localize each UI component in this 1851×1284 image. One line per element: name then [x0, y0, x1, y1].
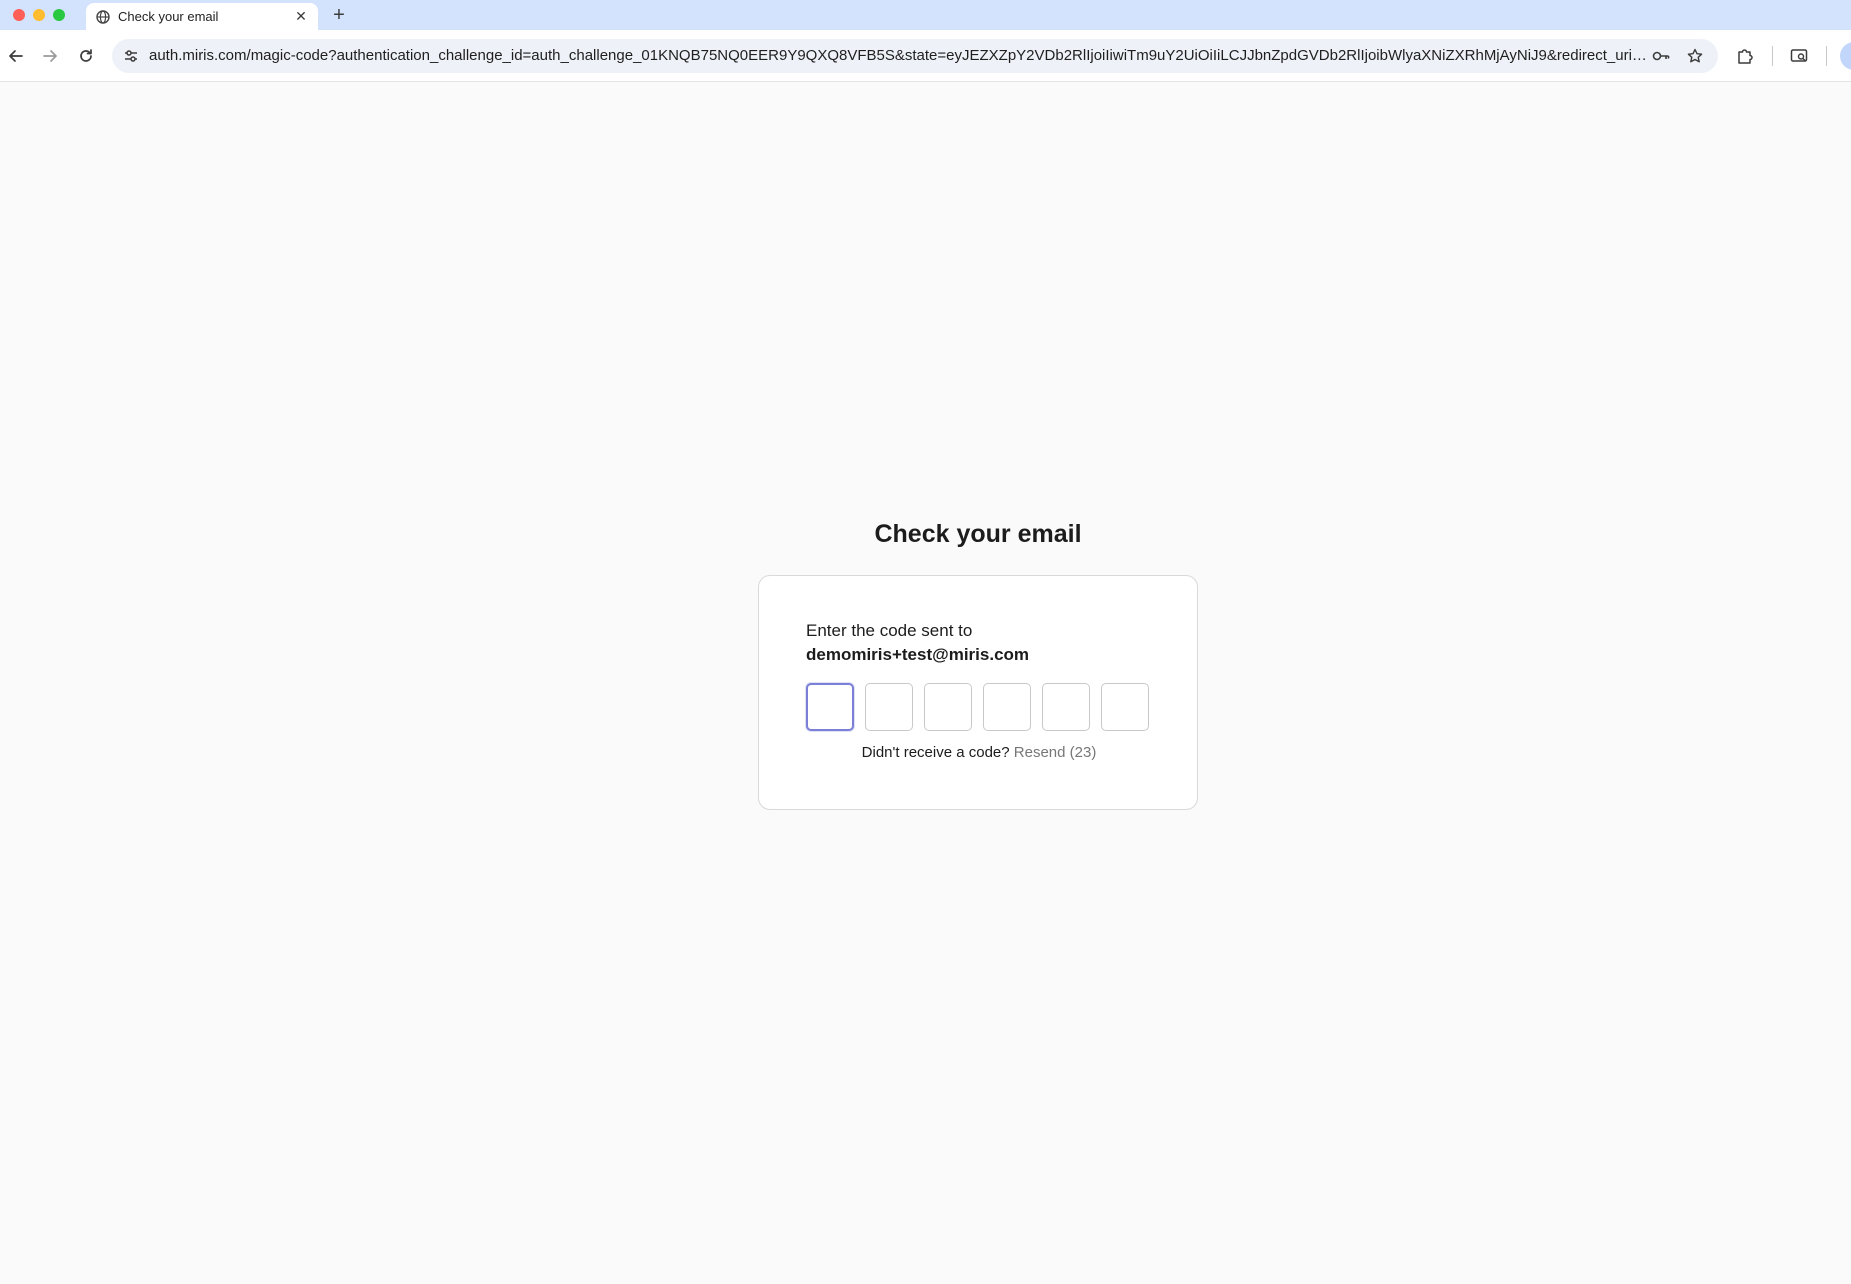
arrow-right-icon: [43, 50, 57, 62]
tab-title: Check your email: [118, 9, 219, 24]
reload-icon: [80, 49, 92, 62]
window-minimize-button[interactable]: [33, 9, 45, 21]
profile-avatar[interactable]: [1840, 42, 1851, 70]
code-digit-5[interactable]: [1042, 683, 1090, 731]
back-button[interactable]: [4, 44, 28, 68]
code-digit-6[interactable]: [1101, 683, 1149, 731]
tab-strip: Check your email ✕ +: [0, 0, 1851, 30]
code-digit-4[interactable]: [983, 683, 1031, 731]
window-close-button[interactable]: [13, 9, 25, 21]
url-text: auth.miris.com/magic-code?authentication…: [149, 47, 1649, 64]
resend-prompt: Didn't receive a code?: [861, 744, 1010, 761]
browser-tab-active[interactable]: Check your email ✕: [86, 3, 318, 30]
new-tab-button[interactable]: +: [328, 4, 350, 26]
tune-icon[interactable]: [122, 47, 140, 65]
puzzle-icon[interactable]: [1734, 45, 1756, 67]
code-digit-2[interactable]: [865, 683, 913, 731]
tab-close-icon[interactable]: ✕: [293, 8, 309, 24]
star-icon[interactable]: [1686, 47, 1704, 65]
address-bar[interactable]: auth.miris.com/magic-code?authentication…: [112, 39, 1718, 73]
browser-toolbar: auth.miris.com/magic-code?authentication…: [0, 30, 1851, 82]
reload-button[interactable]: [74, 44, 98, 68]
toolbar-divider: [1826, 46, 1827, 66]
instruction-text: Enter the code sent to: [806, 621, 973, 640]
code-input-group: [806, 683, 1149, 731]
toolbar-divider: [1772, 46, 1773, 66]
forward-button[interactable]: [38, 44, 62, 68]
arrow-left-icon: [9, 50, 23, 62]
window-zoom-button[interactable]: [53, 9, 65, 21]
globe-icon: [96, 10, 110, 24]
resend-link[interactable]: Resend (23): [1014, 744, 1097, 761]
code-digit-1[interactable]: [806, 683, 854, 731]
cast-search-icon[interactable]: [1788, 45, 1810, 67]
code-digit-3[interactable]: [924, 683, 972, 731]
key-icon[interactable]: [1652, 47, 1670, 65]
resend-row: Didn't receive a code? Resend (23): [759, 744, 1199, 761]
recipient-email: demomiris+test@miris.com: [806, 645, 1030, 664]
page-title: Check your email: [874, 520, 1082, 548]
verification-card: Enter the code sent to demomiris+test@mi…: [758, 575, 1198, 810]
